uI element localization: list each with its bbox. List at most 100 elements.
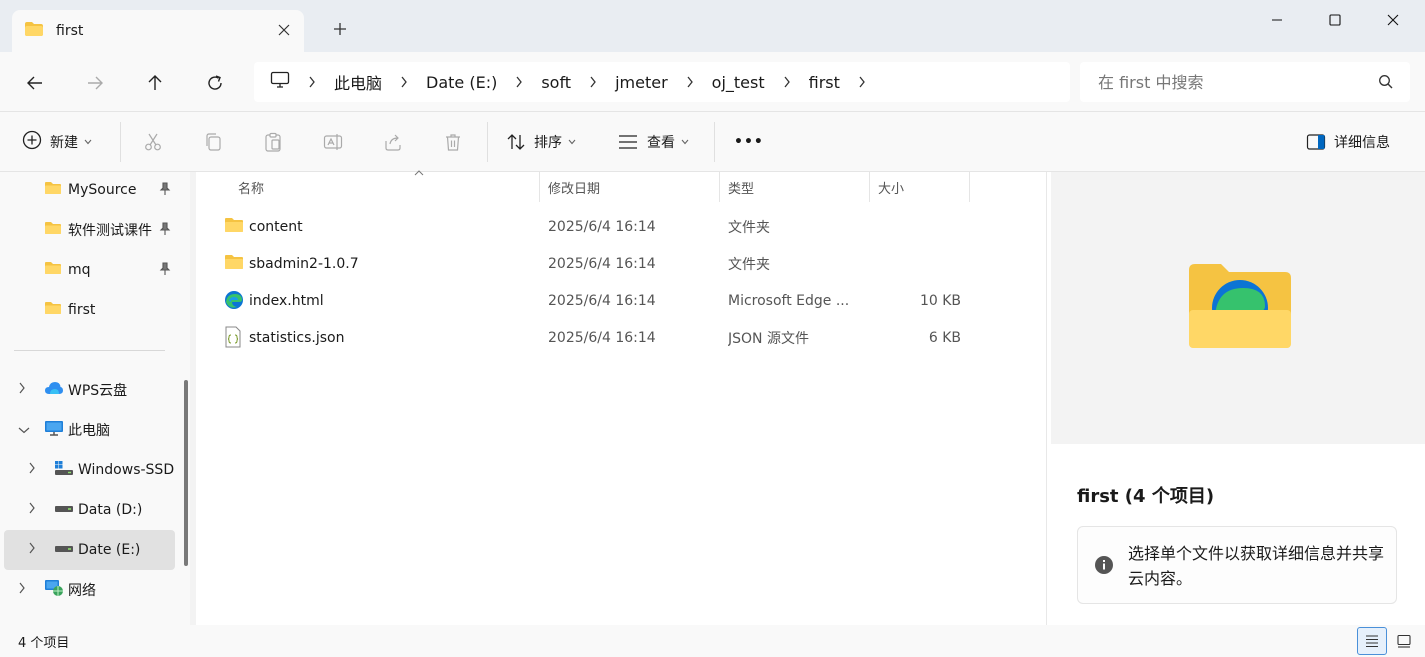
column-header-label: 修改日期 [548, 181, 601, 197]
chevron-down-icon [568, 137, 576, 148]
paste-button[interactable] [263, 126, 283, 158]
file-size: 6 KB [928, 329, 961, 346]
new-button[interactable]: 新建 [22, 126, 92, 158]
sidebar-scrollbar[interactable] [184, 380, 188, 566]
command-bar: 新建 排序 查看 ••• 详细信息 [0, 112, 1425, 172]
sidebar-item-courseware[interactable]: 软件测试课件 [4, 210, 175, 250]
arrow-left-icon [27, 76, 42, 90]
chevron-down-icon [681, 137, 689, 148]
file-list: 名称 修改日期 类型 大小 content 2025/6/4 16:14 文件夹… [196, 170, 1046, 625]
sort-button[interactable]: 排序 [506, 126, 576, 158]
breadcrumb-item-soft[interactable]: soft [541, 73, 571, 92]
sidebar-item-date-e[interactable]: Date (E:) [4, 530, 175, 570]
scissors-icon [145, 133, 161, 151]
sidebar-item-label: MySource [68, 182, 137, 198]
column-header-type[interactable]: 类型 [720, 172, 870, 202]
view-button[interactable]: 查看 [617, 126, 689, 158]
file-name: sbadmin2-1.0.7 [249, 255, 359, 272]
view-label: 查看 [647, 135, 675, 151]
close-icon [1387, 14, 1399, 26]
sidebar-item-wps-cloud[interactable]: WPS云盘 [4, 370, 175, 410]
clipboard-icon [265, 132, 281, 152]
share-button[interactable] [383, 126, 403, 158]
chevron-right-icon[interactable] [400, 76, 408, 88]
breadcrumb-item-oj-test[interactable]: oj_test [712, 73, 765, 92]
breadcrumb-item-date-e[interactable]: Date (E:) [426, 73, 497, 92]
chevron-right-icon[interactable] [28, 542, 36, 558]
status-bar: 4 个项目 [0, 625, 1425, 657]
minimize-button[interactable] [1254, 6, 1300, 34]
breadcrumb-item-jmeter[interactable]: jmeter [615, 73, 668, 92]
rename-button[interactable] [323, 126, 343, 158]
sidebar-item-data-d[interactable]: Data (D:) [4, 490, 175, 530]
close-icon[interactable] [274, 20, 294, 40]
column-header-name[interactable]: 名称 [230, 170, 540, 202]
drive-icon [54, 502, 74, 518]
file-type: 文件夹 [728, 219, 770, 236]
refresh-button[interactable] [200, 68, 230, 98]
cut-button[interactable] [143, 126, 163, 158]
tiles-view-button[interactable] [1389, 627, 1419, 655]
search-box[interactable] [1080, 62, 1410, 102]
chevron-right-icon[interactable] [858, 76, 866, 88]
sidebar-divider [14, 350, 165, 351]
details-pane-button[interactable]: 详细信息 [1306, 126, 1390, 158]
chevron-right-icon[interactable] [18, 382, 26, 398]
breadcrumb[interactable]: 此电脑 Date (E:) soft jmeter oj_test first [254, 62, 1070, 102]
sidebar-item-first[interactable]: first [4, 290, 175, 330]
monitor-icon[interactable] [270, 71, 290, 93]
folder-icon [44, 301, 62, 319]
back-button[interactable] [20, 68, 50, 98]
sidebar-item-label: Windows-SSD [78, 462, 175, 478]
copy-button[interactable] [203, 126, 223, 158]
file-row[interactable]: sbadmin2-1.0.7 2025/6/4 16:14 文件夹 [216, 245, 976, 282]
chevron-right-icon[interactable] [18, 582, 26, 598]
column-header-label: 大小 [878, 181, 905, 197]
chevron-right-icon[interactable] [783, 76, 791, 88]
search-icon[interactable] [1378, 74, 1394, 94]
sidebar-item-windows-ssd[interactable]: Windows-SSD [4, 450, 175, 490]
chevron-right-icon[interactable] [308, 76, 316, 88]
new-tab-button[interactable] [328, 20, 352, 44]
chevron-right-icon[interactable] [28, 502, 36, 518]
file-row[interactable]: index.html 2025/6/4 16:14 Microsoft Edge… [216, 282, 976, 319]
file-size: 10 KB [919, 292, 961, 309]
details-info-text: 选择单个文件以获取详细信息并共享云内容。 [1128, 544, 1385, 588]
up-button[interactable] [140, 68, 170, 98]
sidebar-item-mysource[interactable]: MySource [4, 172, 175, 210]
column-header-date[interactable]: 修改日期 [540, 172, 720, 202]
tab-label: first [56, 23, 84, 39]
breadcrumb-item-this-pc[interactable]: 此电脑 [334, 70, 382, 94]
column-header-size[interactable]: 大小 [870, 172, 970, 202]
chevron-right-icon[interactable] [686, 76, 694, 88]
folder-icon [44, 261, 62, 279]
file-name: statistics.json [249, 329, 345, 346]
chevron-right-icon[interactable] [589, 76, 597, 88]
file-row[interactable]: content 2025/6/4 16:14 文件夹 [216, 208, 976, 245]
arrow-up-icon [148, 75, 162, 90]
details-view-button[interactable] [1357, 627, 1387, 655]
sidebar-item-label: WPS云盘 [68, 383, 128, 399]
tab-first[interactable]: first [12, 10, 304, 52]
chevron-right-icon[interactable] [28, 462, 36, 478]
monitor-icon [44, 420, 64, 440]
plus-icon [334, 23, 346, 35]
chevron-down-icon[interactable] [18, 422, 30, 438]
sidebar-item-network[interactable]: 网络 [4, 570, 175, 610]
file-name: index.html [249, 292, 324, 309]
sidebar-item-mq[interactable]: mq [4, 250, 175, 290]
details-pane: first (4 个项目) 选择单个文件以获取详细信息并共享云内容。 [1046, 172, 1425, 625]
forward-button[interactable] [80, 68, 110, 98]
share-icon [385, 134, 401, 151]
chevron-right-icon[interactable] [515, 76, 523, 88]
search-input[interactable] [1098, 72, 1368, 92]
sidebar-item-this-pc[interactable]: 此电脑 [4, 410, 175, 450]
sidebar-item-label: 此电脑 [68, 423, 110, 439]
title-bar: first [0, 0, 1425, 52]
more-options-button[interactable]: ••• [734, 126, 764, 158]
delete-button[interactable] [443, 126, 463, 158]
maximize-button[interactable] [1312, 6, 1358, 34]
close-window-button[interactable] [1370, 6, 1416, 34]
breadcrumb-item-first[interactable]: first [809, 73, 840, 92]
file-row[interactable]: statistics.json 2025/6/4 16:14 JSON 源文件 … [216, 319, 976, 356]
